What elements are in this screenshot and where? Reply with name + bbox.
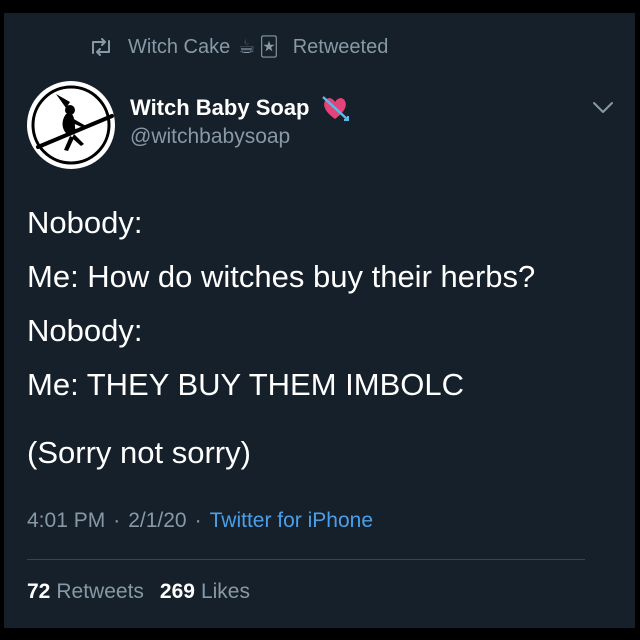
tweet-date[interactable]: 2/1/20	[128, 509, 186, 533]
likes-count[interactable]: 269	[160, 580, 195, 604]
chevron-down-icon[interactable]	[592, 101, 614, 115]
retweets-label[interactable]: Retweets	[56, 580, 144, 604]
divider	[27, 559, 585, 560]
screenshot-frame: Witch Cake ☕ 🃏 Retweeted Witch Baby Soap…	[0, 0, 640, 640]
tweet-line: Nobody:	[27, 205, 143, 240]
retweeted-label: Retweeted	[292, 35, 389, 58]
retweeter-name[interactable]: Witch Cake	[128, 36, 230, 59]
retweet-icon	[92, 38, 110, 56]
tweet-meta: 4:01 PM · 2/1/20 · Twitter for iPhone	[27, 509, 373, 533]
retweets-count[interactable]: 72	[27, 580, 50, 604]
retweet-indicator[interactable]: Witch Cake ☕ 🃏 Retweeted	[88, 34, 388, 60]
tweet-line: (Sorry not sorry)	[27, 435, 251, 470]
coffee-emoji: ☕	[238, 36, 256, 58]
author-handle[interactable]: @witchbabysoap	[130, 125, 350, 149]
tweet-line: Me: THEY BUY THEM IMBOLC	[27, 367, 464, 402]
meta-separator: ·	[113, 509, 121, 532]
heart-with-arrow-icon	[321, 96, 349, 121]
tweet-line: Me: How do witches buy their herbs?	[27, 259, 536, 294]
tweet-body: Nobody: Me: How do witches buy their her…	[27, 196, 627, 480]
author-name[interactable]: Witch Baby Soap	[130, 95, 310, 121]
tweet-line: Nobody:	[27, 313, 143, 348]
tweet-time[interactable]: 4:01 PM	[27, 509, 105, 533]
card-emoji: 🃏	[259, 36, 279, 58]
likes-label[interactable]: Likes	[201, 580, 250, 604]
tweet-source-link[interactable]: Twitter for iPhone	[210, 509, 373, 533]
author-block[interactable]: Witch Baby Soap @witchbabysoap	[130, 93, 350, 149]
meta-separator: ·	[194, 509, 202, 532]
avatar[interactable]	[26, 80, 116, 170]
tweet-stats: 72 Retweets 269 Likes	[27, 580, 266, 604]
